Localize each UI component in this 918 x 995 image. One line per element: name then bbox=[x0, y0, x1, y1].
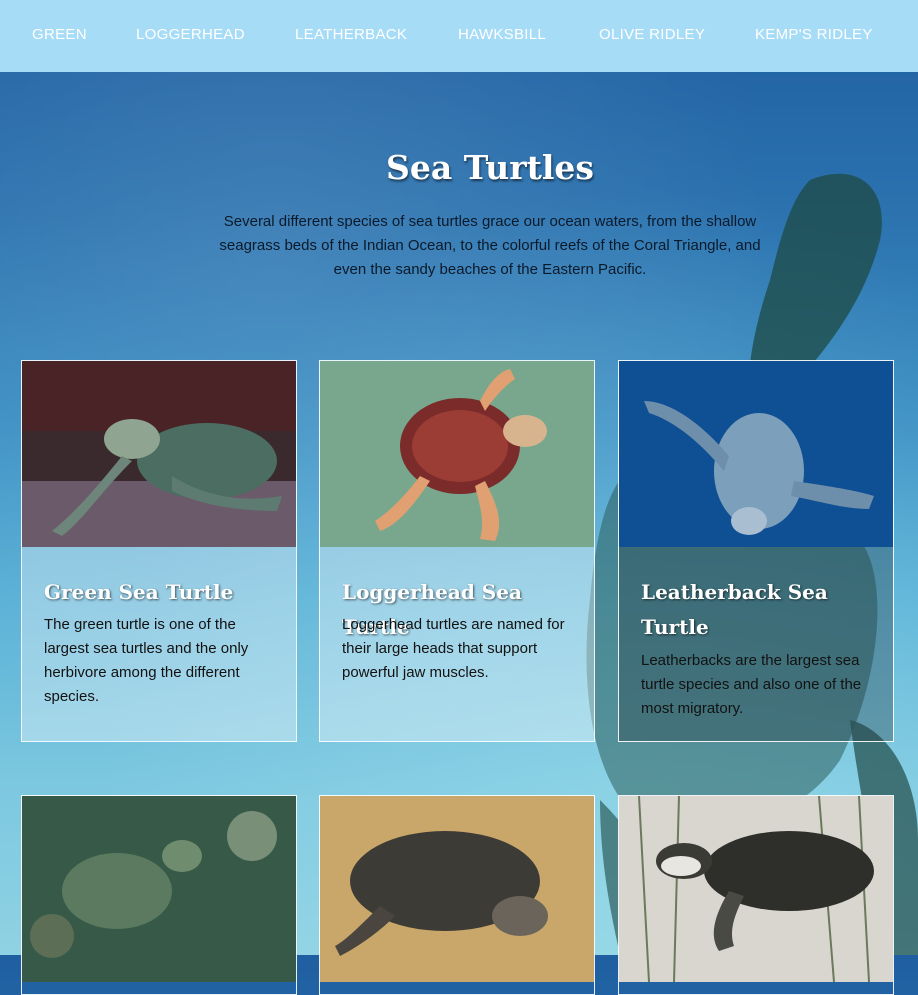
nav-link-hawksbill[interactable]: HAWKSBILL bbox=[458, 26, 546, 43]
card-olive-ridley-sea-turtle bbox=[319, 795, 595, 995]
nav-link-kemps-ridley[interactable]: KEMP'S RIDLEY bbox=[755, 26, 873, 43]
top-navigation: GREEN LOGGERHEAD LEATHERBACK HAWKSBILL O… bbox=[0, 0, 918, 72]
kemps-ridley-turtle-photo bbox=[619, 796, 893, 982]
nav-link-leatherback[interactable]: LEATHERBACK bbox=[295, 26, 407, 43]
intro-paragraph: Several different species of sea turtles… bbox=[219, 213, 761, 278]
card-body: Leatherback Sea Turtle Leatherbacks are … bbox=[619, 547, 893, 741]
nav-link-olive-ridley[interactable]: OLIVE RIDLEY bbox=[599, 26, 705, 43]
card-body: Loggerhead Sea Turtle Loggerhead turtles… bbox=[320, 547, 594, 741]
olive-ridley-turtle-photo bbox=[320, 796, 594, 982]
card-text: Loggerhead turtles are named for their l… bbox=[342, 616, 565, 681]
card-hawksbill-sea-turtle bbox=[21, 795, 297, 995]
leatherback-turtle-photo bbox=[619, 361, 893, 547]
card-green-sea-turtle: Green Sea Turtle The green turtle is one… bbox=[21, 360, 297, 742]
nav-link-loggerhead[interactable]: LOGGERHEAD bbox=[136, 26, 245, 43]
card-title: Leatherback Sea Turtle bbox=[641, 580, 828, 639]
card-text: The green turtle is one of the largest s… bbox=[44, 616, 249, 705]
card-kemps-ridley-sea-turtle bbox=[618, 795, 894, 995]
card-leatherback-sea-turtle: Leatherback Sea Turtle Leatherbacks are … bbox=[618, 360, 894, 742]
green-turtle-photo bbox=[22, 361, 296, 547]
card-body: Green Sea Turtle The green turtle is one… bbox=[22, 547, 296, 741]
loggerhead-turtle-photo bbox=[320, 361, 594, 547]
card-loggerhead-sea-turtle: Loggerhead Sea Turtle Loggerhead turtles… bbox=[319, 360, 595, 742]
hawksbill-turtle-photo bbox=[22, 796, 296, 982]
card-text: Leatherbacks are the largest sea turtle … bbox=[641, 652, 862, 717]
nav-link-green[interactable]: GREEN bbox=[32, 26, 87, 43]
card-title: Green Sea Turtle bbox=[44, 580, 234, 604]
page-title: Sea Turtles bbox=[386, 148, 594, 187]
